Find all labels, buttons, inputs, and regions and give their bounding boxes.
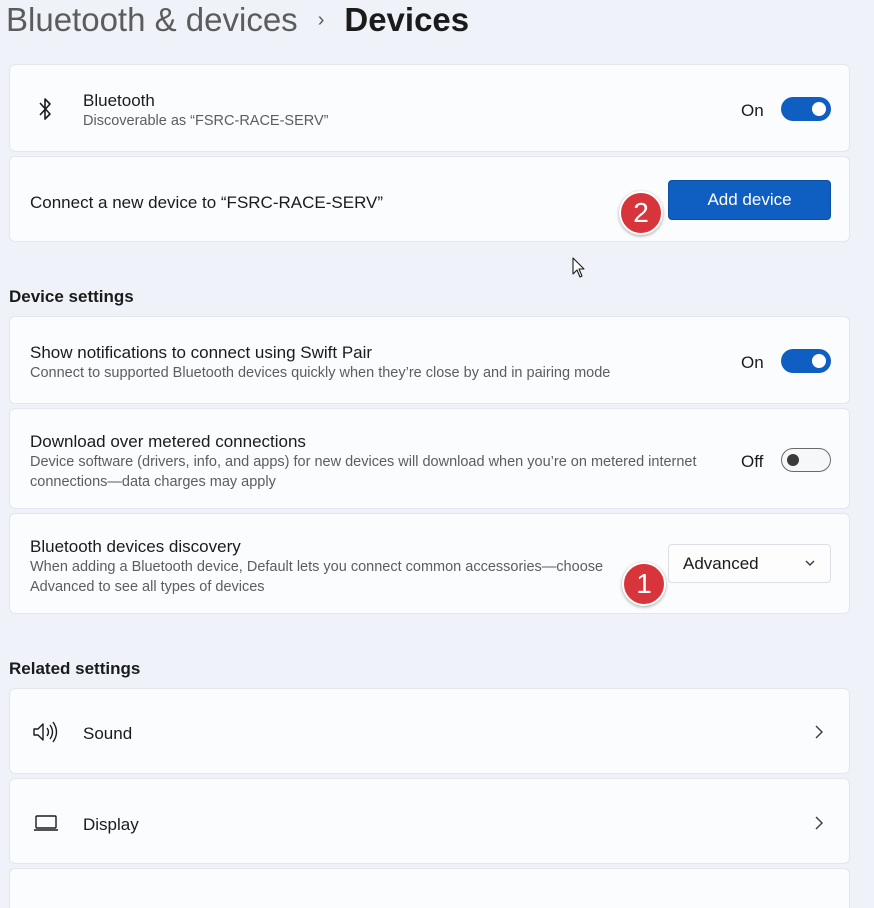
- metered-title: Download over metered connections: [30, 432, 306, 451]
- toggle-knob: [812, 354, 826, 368]
- swift-pair-title: Show notifications to connect using Swif…: [30, 343, 373, 362]
- chevron-right-icon: [813, 725, 825, 744]
- related-item-label: Display: [83, 815, 139, 834]
- swift-pair-state-label: On: [741, 353, 764, 372]
- chevron-down-icon: [804, 556, 816, 574]
- discovery-selected-value: Advanced: [683, 554, 759, 573]
- related-item-partial[interactable]: [9, 868, 850, 908]
- bluetooth-toggle[interactable]: [781, 97, 831, 121]
- metered-subtitle: Device software (drivers, info, and apps…: [30, 454, 697, 490]
- add-device-button[interactable]: Add device: [668, 180, 831, 220]
- bluetooth-subtitle: Discoverable as “FSRC-RACE-SERV”: [83, 113, 329, 129]
- mouse-cursor-icon: [572, 257, 586, 279]
- step-badge-2: 2: [619, 191, 663, 235]
- swift-pair-card: Show notifications to connect using Swif…: [9, 316, 850, 404]
- bluetooth-card: Bluetooth Discoverable as “FSRC-RACE-SER…: [9, 64, 850, 152]
- bluetooth-state-label: On: [741, 101, 764, 120]
- swift-pair-toggle[interactable]: [781, 349, 831, 373]
- page-title: Devices: [344, 1, 470, 38]
- speaker-icon: [32, 721, 60, 743]
- breadcrumb-separator-icon: ›: [317, 8, 325, 31]
- chevron-right-icon: [813, 816, 825, 835]
- toggle-knob: [787, 454, 799, 466]
- device-settings-heading: Device settings: [9, 287, 134, 306]
- breadcrumb-parent[interactable]: Bluetooth & devices: [6, 1, 298, 39]
- related-item-label: Sound: [83, 724, 133, 743]
- related-settings-heading: Related settings: [9, 659, 141, 678]
- step-badge-1: 1: [622, 562, 666, 606]
- metered-card: Download over metered connections Device…: [9, 408, 850, 509]
- connect-device-text: Connect a new device to “FSRC-RACE-SERV”: [30, 193, 384, 212]
- toggle-knob: [812, 102, 826, 116]
- laptop-icon: [32, 813, 60, 833]
- metered-toggle[interactable]: [781, 448, 831, 472]
- metered-state-label: Off: [741, 452, 764, 471]
- discovery-dropdown[interactable]: Advanced: [668, 544, 831, 583]
- discovery-subtitle: When adding a Bluetooth device, Default …: [30, 559, 604, 595]
- related-item-display[interactable]: Display: [9, 778, 850, 864]
- swift-pair-subtitle: Connect to supported Bluetooth devices q…: [30, 365, 611, 381]
- bluetooth-title: Bluetooth: [83, 91, 155, 110]
- related-item-sound[interactable]: Sound: [9, 688, 850, 774]
- breadcrumb: Bluetooth & devices › Devices: [6, 0, 469, 40]
- discovery-title: Bluetooth devices discovery: [30, 537, 241, 556]
- bluetooth-icon: [34, 95, 56, 123]
